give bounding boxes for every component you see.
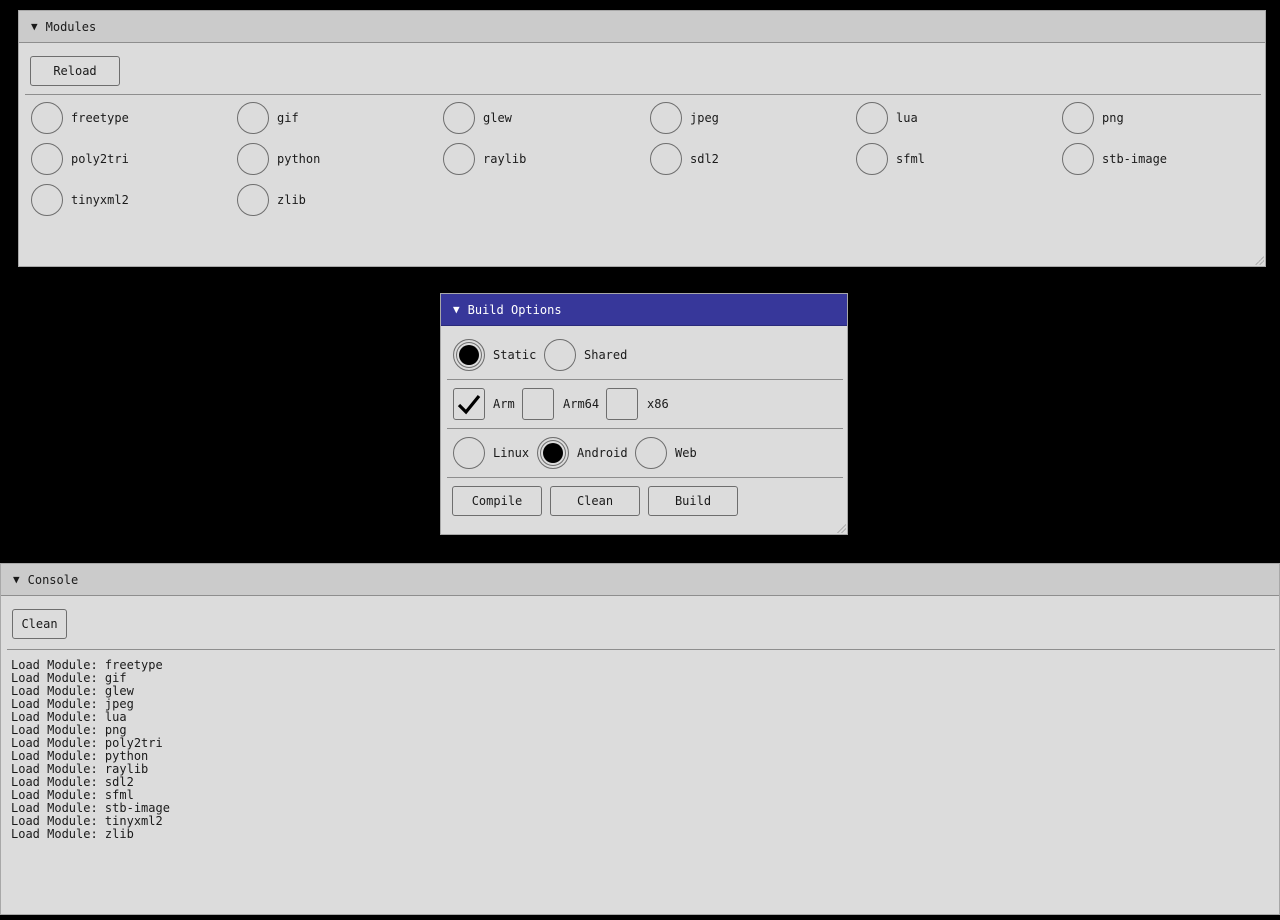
resize-grip-icon[interactable]	[1254, 255, 1264, 265]
module-radio-freetype[interactable]	[31, 102, 63, 134]
compile-button[interactable]: Compile	[452, 486, 542, 516]
module-radio-poly2tri[interactable]	[31, 143, 63, 175]
module-label: raylib	[483, 152, 527, 166]
shared-radio[interactable]	[544, 339, 576, 371]
x86-checkbox[interactable]	[606, 388, 638, 420]
arm64-checkbox[interactable]	[522, 388, 554, 420]
shared-label: Shared	[584, 348, 628, 362]
module-label: poly2tri	[71, 152, 129, 166]
console-title: Console	[27, 572, 79, 587]
module-label: glew	[483, 111, 512, 125]
linux-label: Linux	[493, 446, 530, 460]
build-options-title: Build Options	[467, 302, 562, 317]
module-radio-png[interactable]	[1062, 102, 1094, 134]
module-label: gif	[277, 111, 299, 125]
resize-grip-icon[interactable]	[836, 523, 846, 533]
reload-button[interactable]: Reload	[30, 56, 120, 86]
module-label: jpeg	[690, 111, 719, 125]
build-separator-3	[447, 477, 843, 478]
static-label: Static	[493, 348, 537, 362]
modules-window: ▼ Modules Reload freetype gif glew jpeg lua p…	[18, 10, 1266, 267]
module-label: png	[1102, 111, 1124, 125]
build-options-window: ▼ Build Options Static Shared Arm Arm64 …	[440, 293, 848, 535]
module-radio-tinyxml2[interactable]	[31, 184, 63, 216]
console-line: Load Module: zlib	[11, 827, 134, 841]
collapse-triangle-icon[interactable]: ▼	[453, 303, 460, 316]
build-separator-2	[447, 428, 843, 429]
arm64-label: Arm64	[563, 397, 600, 411]
modules-title: Modules	[45, 19, 97, 34]
build-separator-1	[447, 379, 843, 380]
linux-radio[interactable]	[453, 437, 485, 469]
clean-console-button[interactable]: Clean	[12, 609, 67, 639]
console-window: ▼ Console Clean Load Module: freetype Loa…	[0, 563, 1280, 915]
android-label: Android	[577, 446, 628, 460]
arm-label: Arm	[493, 397, 515, 411]
web-radio[interactable]	[635, 437, 667, 469]
module-radio-python[interactable]	[237, 143, 269, 175]
x86-label: x86	[647, 397, 669, 411]
checkmark-icon	[457, 394, 481, 415]
collapse-triangle-icon[interactable]: ▼	[13, 573, 20, 586]
static-radio[interactable]	[453, 339, 485, 371]
module-label: stb-image	[1102, 152, 1168, 166]
modules-titlebar[interactable]: ▼ Modules	[19, 11, 1265, 43]
module-radio-sdl2[interactable]	[650, 143, 682, 175]
console-separator	[7, 649, 1275, 650]
module-radio-gif[interactable]	[237, 102, 269, 134]
modules-separator	[25, 94, 1261, 95]
console-output: Load Module: freetype Load Module: gif Loa…	[11, 659, 170, 841]
module-radio-sfml[interactable]	[856, 143, 888, 175]
module-label: sdl2	[690, 152, 719, 166]
module-radio-zlib[interactable]	[237, 184, 269, 216]
build-options-titlebar[interactable]: ▼ Build Options	[441, 294, 847, 326]
module-label: freetype	[71, 111, 129, 125]
module-radio-glew[interactable]	[443, 102, 475, 134]
console-titlebar[interactable]: ▼ Console	[1, 564, 1279, 596]
build-button[interactable]: Build	[648, 486, 738, 516]
module-label: zlib	[277, 193, 306, 207]
module-radio-stb-image[interactable]	[1062, 143, 1094, 175]
module-label: tinyxml2	[71, 193, 129, 207]
module-label: lua	[896, 111, 918, 125]
clean-build-button[interactable]: Clean	[550, 486, 640, 516]
collapse-triangle-icon[interactable]: ▼	[31, 20, 38, 33]
module-label: python	[277, 152, 321, 166]
arm-checkbox[interactable]	[453, 388, 485, 420]
module-radio-lua[interactable]	[856, 102, 888, 134]
module-radio-raylib[interactable]	[443, 143, 475, 175]
web-label: Web	[675, 446, 697, 460]
android-radio[interactable]	[537, 437, 569, 469]
module-label: sfml	[896, 152, 925, 166]
module-radio-jpeg[interactable]	[650, 102, 682, 134]
